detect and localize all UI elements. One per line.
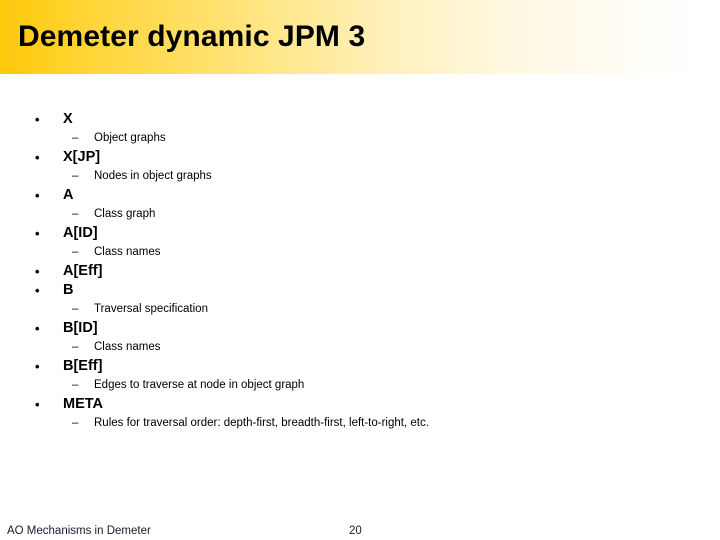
list-item-label: X[JP] bbox=[63, 149, 101, 165]
bullet-icon: • bbox=[35, 264, 40, 279]
list-item-label: A bbox=[63, 187, 74, 203]
dash-icon: – bbox=[72, 341, 79, 353]
list-item: • X bbox=[0, 110, 720, 129]
list-subitem-label: Class names bbox=[94, 246, 161, 258]
list-subitem: – Traversal specification bbox=[0, 300, 720, 319]
list-item-label: A[ID] bbox=[63, 225, 98, 241]
dash-icon: – bbox=[72, 379, 79, 391]
list-item-label: B bbox=[63, 282, 74, 298]
list-item: • A[ID] bbox=[0, 224, 720, 243]
bullet-icon: • bbox=[35, 150, 40, 165]
list-subitem-label: Object graphs bbox=[94, 132, 166, 144]
list-subitem: – Nodes in object graphs bbox=[0, 167, 720, 186]
list-item-label: B[Eff] bbox=[63, 358, 103, 374]
bullet-icon: • bbox=[35, 188, 40, 203]
dash-icon: – bbox=[72, 170, 79, 182]
list-subitem: – Object graphs bbox=[0, 129, 720, 148]
list-subitem-label: Class graph bbox=[94, 208, 156, 220]
bullet-icon: • bbox=[35, 397, 40, 412]
dash-icon: – bbox=[72, 303, 79, 315]
list-subitem-label: Traversal specification bbox=[94, 303, 208, 315]
list-subitem: – Rules for traversal order: depth-first… bbox=[0, 414, 720, 433]
list-item-label: B[ID] bbox=[63, 320, 98, 336]
bullet-icon: • bbox=[35, 283, 40, 298]
list-subitem-label: Rules for traversal order: depth-first, … bbox=[94, 417, 429, 429]
list-subitem: – Class names bbox=[0, 338, 720, 357]
list-item: • X[JP] bbox=[0, 148, 720, 167]
page-title: Demeter dynamic JPM 3 bbox=[18, 20, 366, 53]
list-subitem-label: Nodes in object graphs bbox=[94, 170, 212, 182]
list-subitem-label: Class names bbox=[94, 341, 161, 353]
list-item: • B[ID] bbox=[0, 319, 720, 338]
list-item-label: X bbox=[63, 111, 73, 127]
list-item: • B bbox=[0, 281, 720, 300]
list-subitem-label: Edges to traverse at node in object grap… bbox=[94, 379, 305, 391]
dash-icon: – bbox=[72, 132, 79, 144]
slide: Demeter dynamic JPM 3 • X – Object graph… bbox=[0, 0, 720, 540]
list-item: • A[Eff] bbox=[0, 262, 720, 281]
list-item: • A bbox=[0, 186, 720, 205]
bullet-list: • X – Object graphs • X[JP] – Nodes in o… bbox=[0, 110, 720, 433]
bullet-icon: • bbox=[35, 359, 40, 374]
page-number: 20 bbox=[349, 525, 362, 537]
list-item-label: META bbox=[63, 396, 104, 412]
bullet-icon: • bbox=[35, 321, 40, 336]
list-item: • B[Eff] bbox=[0, 357, 720, 376]
dash-icon: – bbox=[72, 246, 79, 258]
list-subitem: – Class names bbox=[0, 243, 720, 262]
footer-text: AO Mechanisms in Demeter bbox=[7, 525, 151, 537]
list-subitem: – Class graph bbox=[0, 205, 720, 224]
title-band: Demeter dynamic JPM 3 bbox=[0, 0, 720, 74]
bullet-icon: • bbox=[35, 112, 40, 127]
list-subitem: – Edges to traverse at node in object gr… bbox=[0, 376, 720, 395]
dash-icon: – bbox=[72, 208, 79, 220]
dash-icon: – bbox=[72, 417, 79, 429]
bullet-icon: • bbox=[35, 226, 40, 241]
list-item-label: A[Eff] bbox=[63, 263, 103, 279]
list-item: • META bbox=[0, 395, 720, 414]
